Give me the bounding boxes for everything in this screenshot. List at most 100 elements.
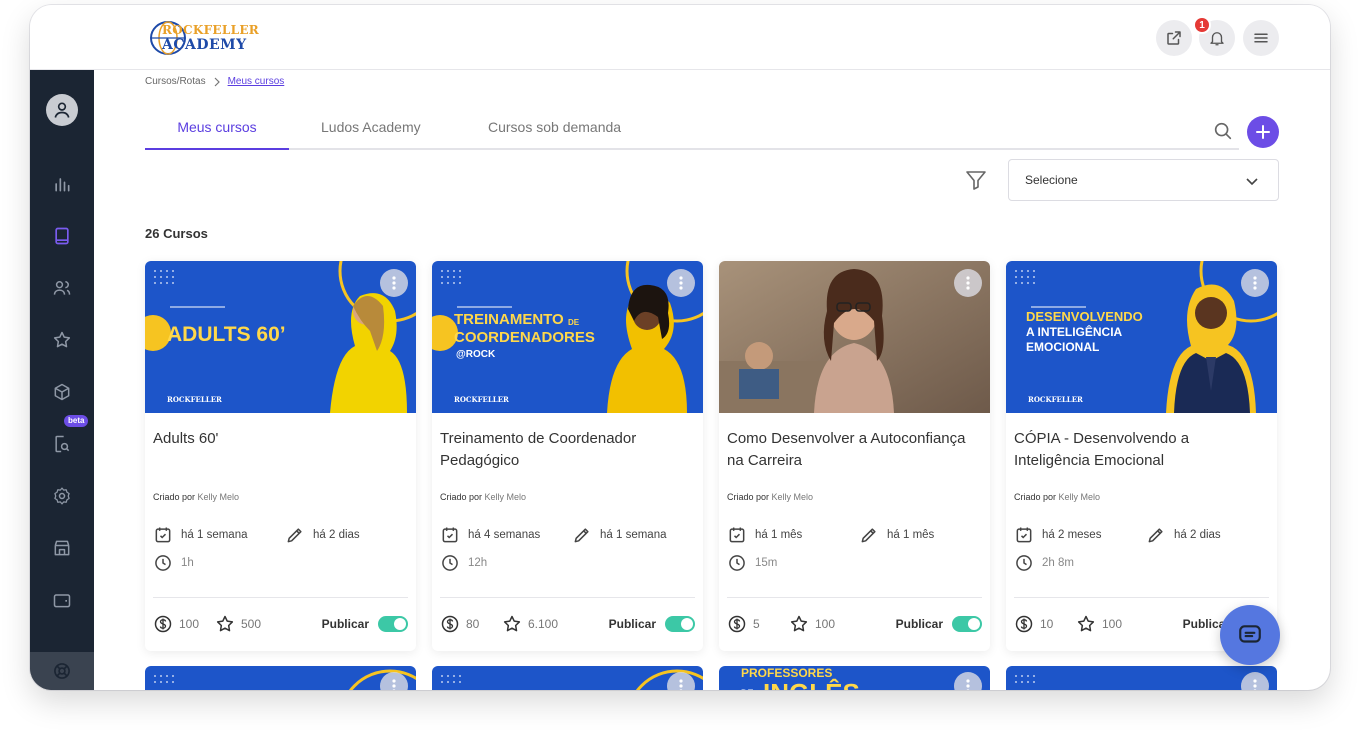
external-link-icon (1167, 31, 1181, 45)
filter-select[interactable]: Selecione (1008, 159, 1279, 201)
publish-toggle[interactable] (665, 616, 695, 632)
more-vertical-icon (1253, 679, 1257, 690)
publish-label: Publicar (608, 617, 656, 631)
more-vertical-icon (679, 276, 683, 290)
store-icon (54, 540, 70, 556)
created-ago: há 4 semanas (468, 529, 541, 541)
edited-ago: há 1 semana (600, 529, 667, 541)
edited-ago: há 1 mês (887, 529, 935, 541)
notifications-button[interactable]: 1 (1193, 16, 1235, 56)
add-course-button[interactable] (1247, 116, 1279, 148)
edited-date: há 1 mês (859, 525, 934, 545)
chevron-right-icon (214, 77, 220, 86)
dollar-icon (154, 615, 172, 633)
sidebar-item-dashboard[interactable] (50, 172, 74, 196)
course-card[interactable] (145, 666, 416, 690)
course-duration: 1h (153, 553, 194, 573)
more-vertical-icon (966, 276, 970, 290)
sidebar-item-support[interactable] (30, 652, 94, 690)
calendar-check-icon (442, 527, 458, 543)
logo-text-bottom: ACADEMY (162, 37, 247, 53)
price-value: 5 (753, 617, 760, 631)
support-icon (54, 663, 70, 679)
card-options-button[interactable] (380, 269, 408, 297)
course-title: Adults 60' (153, 430, 219, 447)
dollar-icon (728, 615, 746, 633)
pencil-icon (861, 528, 876, 543)
card-options-button[interactable] (954, 269, 982, 297)
course-title: Treinamento de Coordenador Pedagógico (440, 430, 637, 469)
publish-toggle[interactable] (952, 616, 982, 632)
card-options-button[interactable] (1241, 269, 1269, 297)
breadcrumb-current[interactable]: Meus cursos (228, 76, 285, 87)
course-thumbnail: DESENVOLVENDO A INTELIGÊNCIA EMOCIONAL R… (1006, 261, 1277, 413)
edited-ago: há 2 dias (1174, 529, 1221, 541)
box-icon (54, 383, 70, 401)
pencil-icon (1148, 528, 1163, 543)
duration-value: 1h (181, 557, 194, 569)
tab-meus-cursos[interactable]: Meus cursos (145, 119, 289, 150)
edited-date: há 2 dias (285, 525, 360, 545)
calendar-check-icon (729, 527, 745, 543)
search-icon[interactable] (1212, 120, 1234, 142)
course-card[interactable]: ADULTS 60’ ROCKFELLER Adults 60' Criado … (145, 261, 416, 651)
course-card[interactable] (1006, 666, 1277, 690)
sidebar-item-wallet[interactable] (50, 588, 74, 612)
card-options-button[interactable] (667, 269, 695, 297)
thumbnail-title-1: TREINAMENTO (454, 311, 564, 328)
sidebar-item-settings[interactable] (50, 484, 74, 508)
star-icon (503, 615, 521, 632)
course-card[interactable] (432, 666, 703, 690)
publish-toggle[interactable] (378, 616, 408, 632)
filter-select-value: Selecione (1025, 173, 1078, 187)
chat-icon (1239, 625, 1261, 643)
course-card[interactable]: Como Desenvolver a Autoconfiança na Carr… (719, 261, 990, 651)
hamburger-icon (1254, 33, 1268, 43)
filter-icon[interactable] (964, 168, 988, 192)
chat-button[interactable] (1220, 605, 1280, 665)
sidebar-item-products[interactable] (50, 380, 74, 404)
tab-ludos-academy[interactable]: Ludos Academy (321, 119, 421, 150)
thumbnail-title-2: COORDENADORES (454, 329, 595, 346)
course-card[interactable]: TREINAMENTO DE COORDENADORES @ROCK ROCKF… (432, 261, 703, 651)
sidebar-item-courses[interactable] (50, 224, 74, 248)
created-ago: há 1 semana (181, 529, 248, 541)
card-divider (440, 597, 695, 598)
tab-cursos-sob-demanda[interactable]: Cursos sob demanda (488, 119, 621, 150)
publish-label: Publicar (321, 617, 369, 631)
chevron-down-icon (1246, 178, 1258, 186)
menu-button[interactable] (1243, 20, 1279, 56)
thumbnail-brand: ROCKFELLER (167, 395, 222, 404)
logo[interactable]: ROCKFELLER ACADEMY (148, 17, 259, 59)
user-avatar[interactable] (46, 94, 78, 126)
thumbnail-image (145, 666, 416, 690)
course-card[interactable]: PROFESSORES DE INGLÊS (719, 666, 990, 690)
pencil-icon (287, 528, 302, 543)
course-card[interactable]: DESENVOLVENDO A INTELIGÊNCIA EMOCIONAL R… (1006, 261, 1277, 651)
sidebar-item-search-docs[interactable] (50, 432, 74, 456)
thumbnail-title-3: EMOCIONAL (1026, 340, 1100, 354)
created-by-label: Criado por (440, 492, 483, 502)
points-value: 6.100 (528, 617, 559, 631)
breadcrumb-root[interactable]: Cursos/Rotas (145, 76, 206, 87)
sidebar-item-store[interactable] (50, 536, 74, 560)
course-thumbnail (719, 261, 990, 413)
thumbnail-photo (719, 261, 990, 413)
price-value: 80 (466, 617, 480, 631)
points-value: 500 (241, 617, 262, 631)
course-duration: 12h (440, 553, 487, 573)
created-date: há 4 semanas (440, 525, 540, 545)
duration-value: 15m (755, 557, 778, 569)
sidebar-item-favorites[interactable] (50, 328, 74, 352)
author-name: Kelly Melo (197, 492, 240, 502)
created-by-label: Criado por (727, 492, 770, 502)
thumbnail-title-2: DE (741, 688, 754, 690)
more-vertical-icon (1253, 276, 1257, 290)
pencil-icon (574, 528, 589, 543)
gear-icon (54, 487, 70, 505)
clock-icon (155, 555, 171, 571)
card-divider (153, 597, 408, 598)
external-link-button[interactable] (1156, 20, 1192, 56)
sidebar-item-users[interactable] (50, 276, 74, 300)
course-title: Como Desenvolver a Autoconfiança na Carr… (727, 430, 966, 469)
